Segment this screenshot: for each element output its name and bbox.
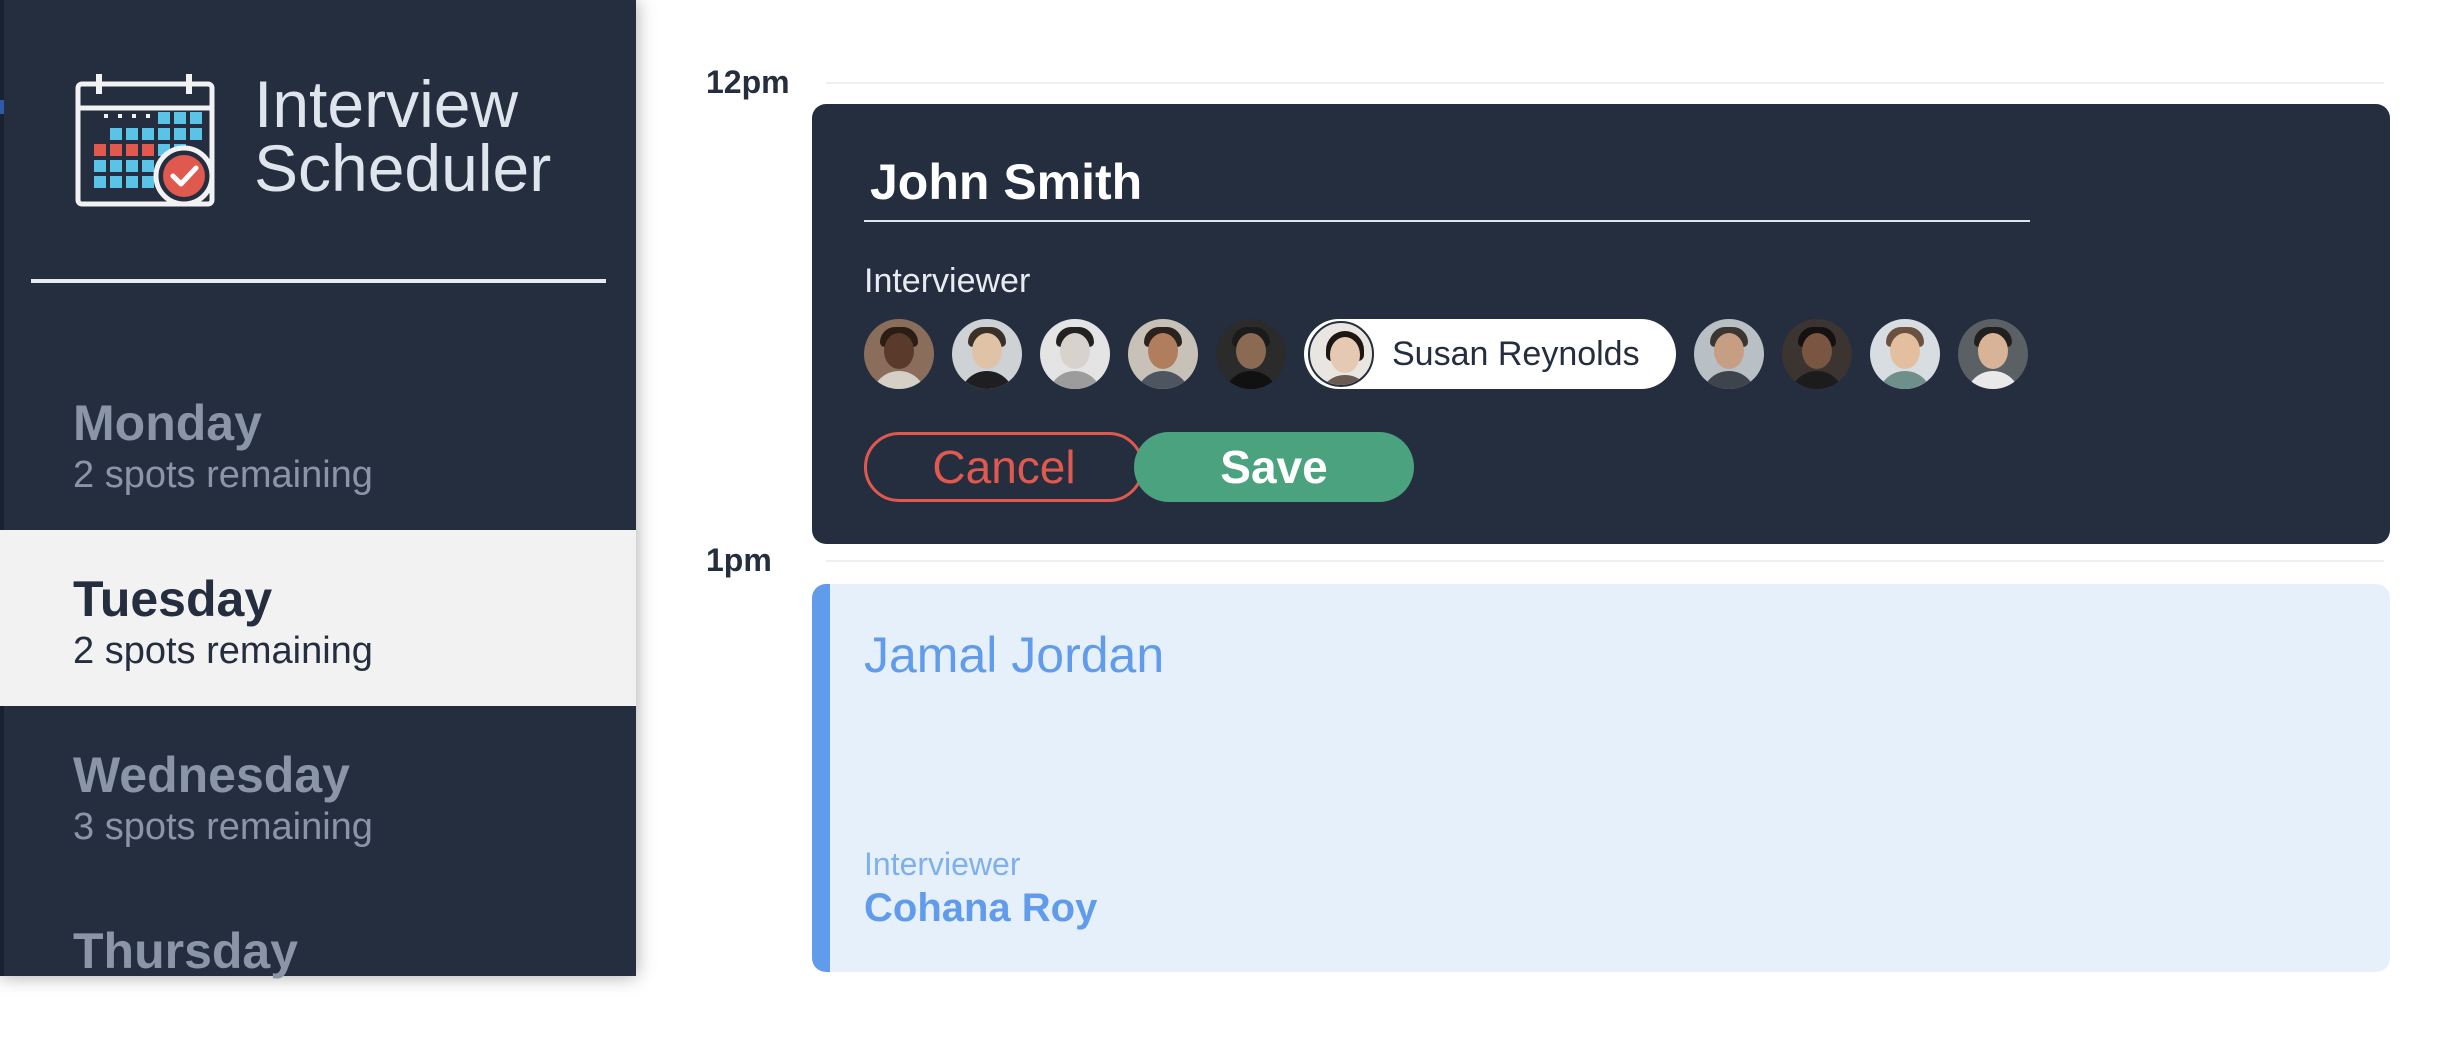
save-button[interactable]: Save	[1134, 432, 1414, 502]
time-label-1pm: 1pm	[706, 542, 772, 578]
day-name: Wednesday	[73, 747, 350, 803]
day-spots-remaining: 2 spots remaining	[73, 630, 373, 672]
app-title-line-1: Interview	[254, 67, 519, 141]
interviewer-avatar[interactable]	[1128, 319, 1198, 389]
day-name: Thursday	[73, 923, 299, 979]
day-name: Monday	[73, 395, 262, 451]
interviewer-list: Susan Reynolds	[864, 318, 2046, 390]
day-item-wednesday[interactable]: Wednesday 3 spots remaining	[0, 706, 636, 882]
interviewer-avatar	[1308, 321, 1374, 387]
sidebar: Interview Scheduler Monday 2 spots remai…	[0, 0, 636, 979]
time-slot-divider	[826, 560, 2384, 562]
sidebar-divider	[31, 279, 606, 283]
window-edge-marker	[0, 100, 4, 114]
app-title-line-2: Scheduler	[254, 131, 552, 205]
time-label-12pm: 12pm	[706, 64, 790, 100]
interviewer-avatar[interactable]	[1869, 319, 1940, 389]
appointment-card[interactable]: Jamal Jordan Interviewer Cohana Roy	[812, 584, 2390, 972]
day-name: Tuesday	[73, 571, 273, 627]
day-item-monday[interactable]: Monday 2 spots remaining	[0, 354, 636, 530]
app-title: Interview Scheduler	[254, 67, 574, 205]
day-list: Monday 2 spots remaining Tuesday 2 spots…	[0, 354, 636, 1058]
interviewer-avatar[interactable]	[1957, 319, 2028, 389]
day-item-thursday[interactable]: Thursday	[0, 882, 636, 1058]
interviewer-avatar[interactable]	[1693, 319, 1764, 389]
interviewer-avatar[interactable]	[1040, 319, 1110, 389]
selected-interviewer[interactable]: Susan Reynolds	[1304, 319, 1676, 389]
day-spots-remaining: 2 spots remaining	[73, 454, 373, 496]
appointment-form: Interviewer Susan Reynolds	[812, 104, 2390, 544]
interviewer-avatar[interactable]	[864, 319, 934, 389]
interviewer-avatar[interactable]	[1781, 319, 1852, 389]
time-slot-divider	[826, 82, 2384, 84]
appointment-student-name: Jamal Jordan	[864, 627, 1165, 683]
appointment-interviewer-name: Cohana Roy	[864, 886, 1098, 930]
appointment-interviewer-heading: Interviewer	[864, 846, 1021, 882]
selected-interviewer-name: Susan Reynolds	[1392, 334, 1640, 373]
interviewer-avatar[interactable]	[1216, 319, 1286, 389]
interviewer-avatar[interactable]	[952, 319, 1022, 389]
interviewer-heading: Interviewer	[864, 262, 1031, 300]
cancel-button[interactable]: Cancel	[864, 432, 1144, 502]
calendar-check-icon	[75, 74, 215, 207]
schedule: 12pm Interviewer Su	[636, 0, 2452, 976]
student-name-input[interactable]	[864, 150, 2030, 222]
day-spots-remaining: 3 spots remaining	[73, 806, 373, 848]
appointment-accent-bar	[812, 584, 830, 972]
day-item-tuesday[interactable]: Tuesday 2 spots remaining	[0, 530, 636, 706]
